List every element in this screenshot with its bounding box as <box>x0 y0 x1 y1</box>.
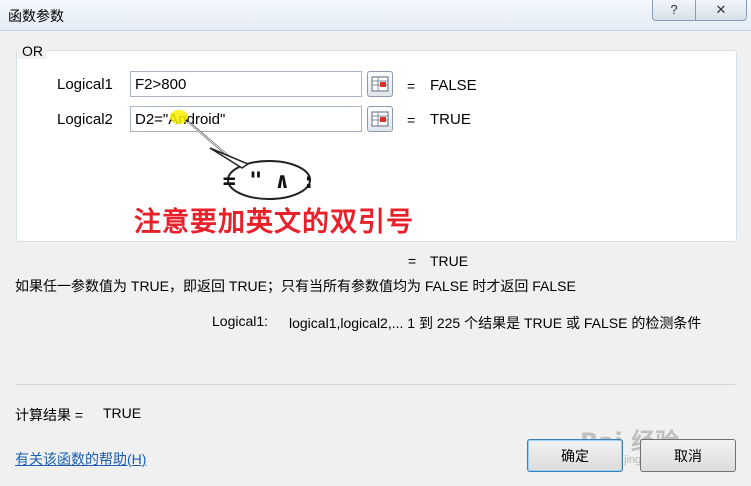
separator <box>16 384 735 385</box>
title-bar: 函数参数 ? ✕ <box>0 0 751 31</box>
logical2-result: TRUE <box>430 111 471 128</box>
calc-result-label: 计算结果 = <box>15 407 84 423</box>
help-icon: ? <box>670 2 678 17</box>
calc-result-value: TRUE <box>103 405 142 421</box>
logical1-input[interactable]: F2>800 <box>130 71 362 97</box>
cancel-button[interactable]: 取消 <box>640 439 736 472</box>
arg-label-logical2: Logical2 <box>57 111 113 128</box>
close-button[interactable]: ✕ <box>695 0 747 21</box>
function-description: 如果任一参数值为 TRUE，即返回 TRUE；只有当所有参数值均为 FALSE … <box>15 278 576 294</box>
logical1-eq: = <box>407 78 416 94</box>
arg-label-logical1: Logical1 <box>57 76 113 93</box>
formula-result-eq: = <box>408 253 417 269</box>
function-name: OR <box>18 43 47 59</box>
range-select-icon <box>371 76 389 92</box>
logical2-eq: = <box>407 112 416 128</box>
annotation-note: 注意要加英文的双引号 <box>134 207 414 238</box>
callout-text: = " ∧ : <box>223 169 316 194</box>
arg-help-text: logical1,logical2,... 1 到 225 个结果是 TRUE … <box>289 315 702 331</box>
arg-help-name: Logical1: <box>212 313 269 329</box>
range-select-icon <box>371 111 389 127</box>
logical2-collapse-button[interactable] <box>367 106 393 132</box>
help-button[interactable]: ? <box>652 0 696 21</box>
close-icon: ✕ <box>715 2 727 17</box>
formula-result-value: TRUE <box>430 253 469 269</box>
window-title: 函数参数 <box>8 8 64 24</box>
callout-bubble: = " ∧ : <box>185 119 316 200</box>
function-help-link[interactable]: 有关该函数的帮助(H) <box>15 449 146 469</box>
logical1-collapse-button[interactable] <box>367 71 393 97</box>
ok-button[interactable]: 确定 <box>527 439 623 472</box>
logical1-result: FALSE <box>430 77 477 94</box>
